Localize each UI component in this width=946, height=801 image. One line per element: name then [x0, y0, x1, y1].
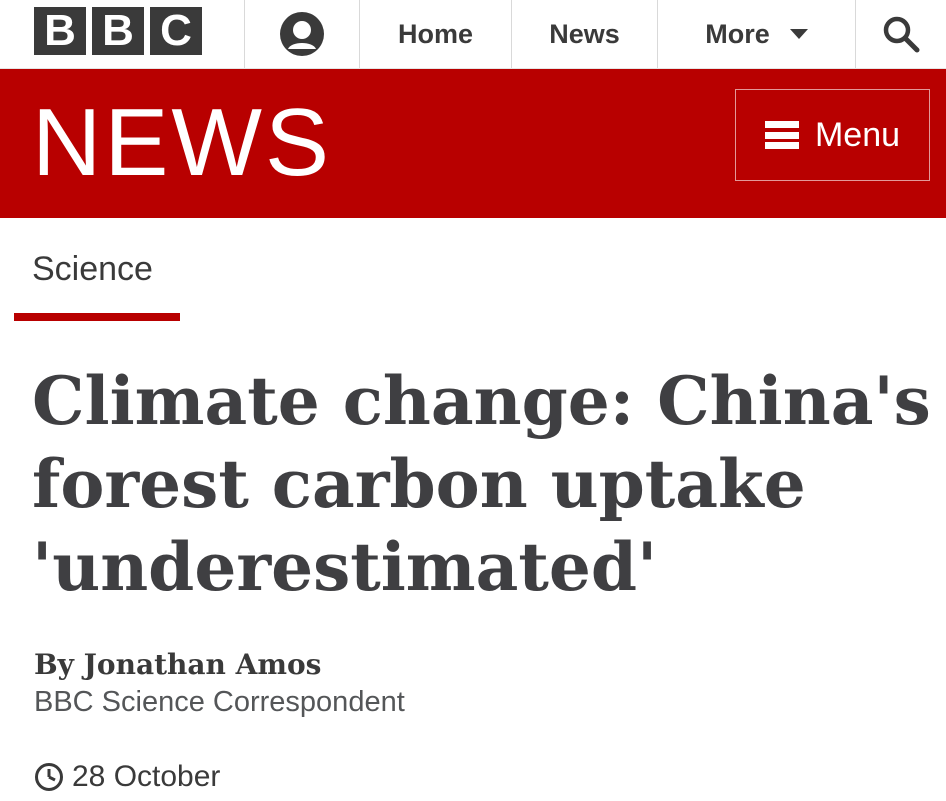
section-underline — [14, 313, 180, 321]
article-date: 28 October — [34, 760, 220, 794]
menu-button[interactable]: Menu — [735, 89, 930, 181]
news-masthead: NEWS Menu — [0, 69, 946, 218]
nav-home-label: Home — [397, 18, 473, 49]
global-header: B B C Home News More — [0, 0, 946, 69]
bbc-logo[interactable]: B B C — [34, 7, 202, 55]
account-button[interactable] — [245, 0, 359, 68]
nav-more-dropdown[interactable]: More — [658, 0, 855, 68]
article-headline: Climate change: China's forest carbon up… — [32, 362, 931, 606]
hamburger-icon — [764, 121, 799, 149]
menu-button-label: Menu — [814, 115, 901, 154]
bbc-logo-letter: C — [150, 7, 202, 55]
nav-home-link[interactable]: Home — [360, 0, 511, 68]
section-link-science[interactable]: Science — [32, 250, 153, 289]
bbc-logo-letter: B — [92, 7, 144, 55]
news-logo[interactable]: NEWS — [32, 83, 332, 203]
nav-more-label: More — [705, 18, 770, 49]
bbc-logo-letter: B — [34, 7, 86, 55]
nav-news-link[interactable]: News — [512, 0, 657, 68]
search-button[interactable] — [856, 0, 946, 68]
nav-news-label: News — [549, 18, 620, 49]
clock-icon — [35, 763, 63, 791]
article-byline: By Jonathan Amos — [34, 648, 322, 681]
user-silhouette-icon — [280, 12, 324, 56]
chevron-down-icon — [789, 29, 808, 39]
search-icon — [883, 16, 920, 53]
article-date-text: 28 October — [72, 760, 221, 793]
author-role: BBC Science Correspondent — [34, 686, 405, 718]
